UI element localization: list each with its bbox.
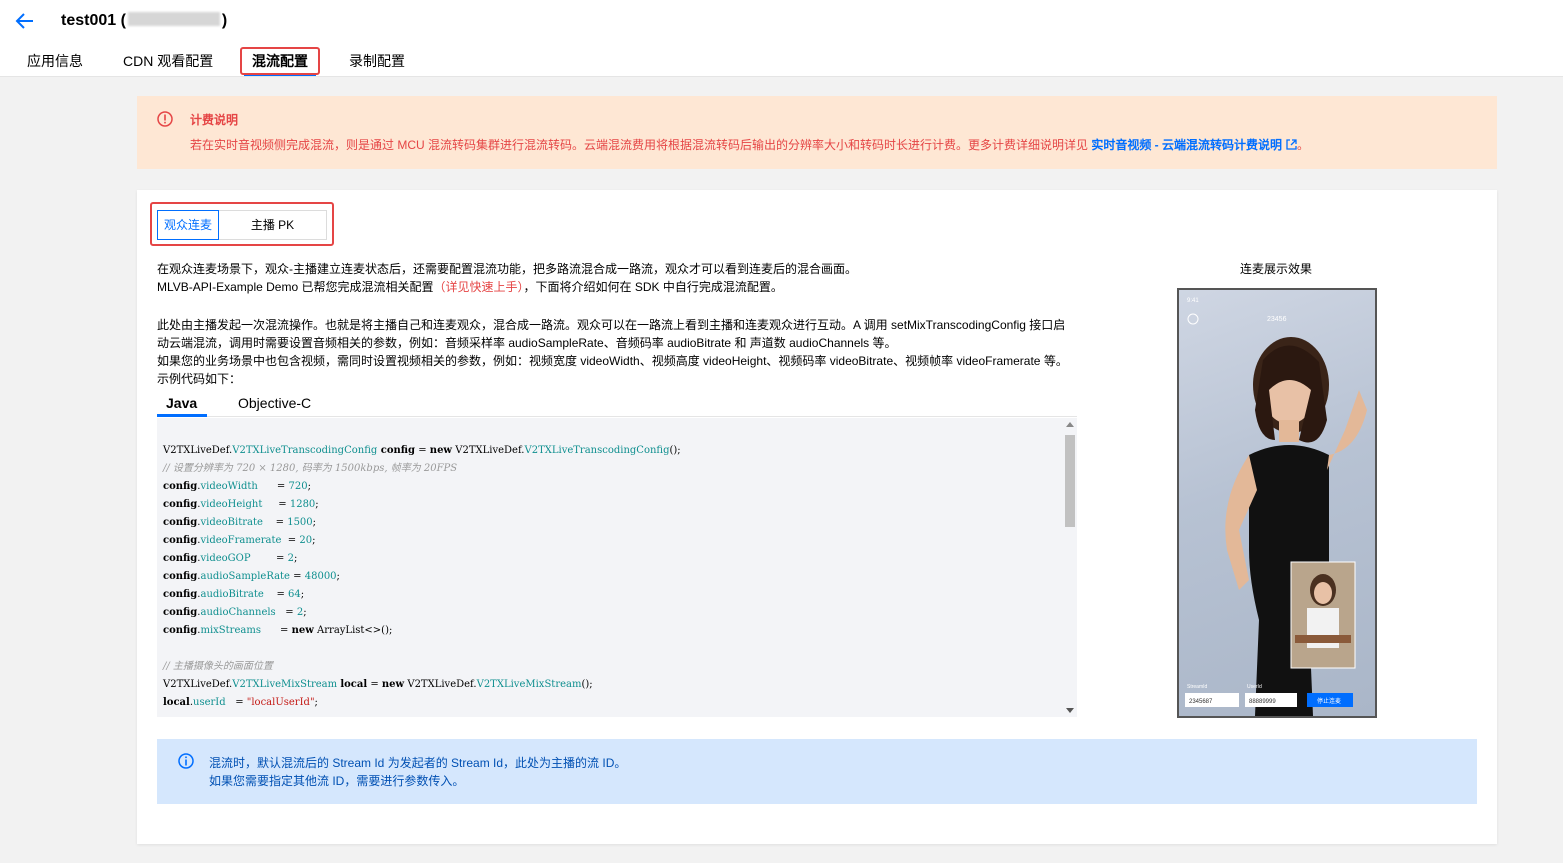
- active-tab-underline: [244, 74, 316, 76]
- intro-line-6: 示例代码如下：: [157, 372, 242, 386]
- tab-record-config[interactable]: 录制配置: [349, 51, 405, 71]
- notice-title: 计费说明: [190, 113, 239, 127]
- svg-text:停止连麦: 停止连麦: [1317, 697, 1341, 705]
- masked-app-id: [127, 12, 220, 26]
- scroll-down-arrow-icon[interactable]: [1066, 708, 1074, 713]
- tab-app-info[interactable]: 应用信息: [27, 51, 83, 71]
- code-content: V2TXLiveDef.V2TXLiveTranscodingConfig co…: [163, 445, 681, 708]
- code-scrollbar[interactable]: [1063, 418, 1077, 717]
- warning-icon: [157, 111, 173, 127]
- code-field-line: config.audioChannels = 2;: [163, 607, 307, 618]
- info-text: 混流时，默认混流后的 Stream Id 为发起者的 Stream Id，此处为…: [209, 756, 627, 788]
- code-field-line: config.videoWidth = 720;: [163, 481, 311, 492]
- back-arrow-icon[interactable]: [14, 10, 36, 32]
- intro-line-2: MLVB-API-Example Demo 已帮您完成混流相关配置（详见快速上手…: [157, 280, 783, 294]
- intro-line-5: 如果您的业务场景中也包含视频，需同时设置视频相关的参数，例如：视频宽度 vide…: [157, 354, 1068, 368]
- code-block[interactable]: V2TXLiveDef.V2TXLiveTranscodingConfig co…: [157, 418, 1077, 717]
- top-bar: test001 () 应用信息 CDN 观看配置 混流配置 录制配置: [0, 0, 1563, 77]
- svg-text:23456: 23456: [1267, 316, 1287, 323]
- billing-doc-link[interactable]: 实时音视频 - 云端混流转码计费说明: [1091, 138, 1282, 152]
- svg-text:88889999: 88889999: [1249, 699, 1276, 705]
- code-field-line: config.audioBitrate = 64;: [163, 589, 305, 600]
- info-icon: [178, 753, 194, 769]
- demo-screenshot-image: 9:41 23456 StreamId UserId 2345687 88889…: [1185, 298, 1367, 716]
- code-field-line: config.audioSampleRate = 48000;: [163, 571, 340, 582]
- svg-text:StreamId: StreamId: [1187, 684, 1208, 690]
- external-link-icon[interactable]: [1286, 139, 1297, 150]
- code-mixstreams-line: config.mixStreams = new ArrayList<>();: [163, 625, 393, 636]
- info-tip: 混流时，默认混流后的 Stream Id 为发起者的 Stream Id，此处为…: [157, 739, 1477, 804]
- code-tab-java[interactable]: Java: [166, 394, 197, 412]
- phone-preview: 9:41 23456 StreamId UserId 2345687 88889…: [1177, 288, 1377, 718]
- tab-cdn-config[interactable]: CDN 观看配置: [123, 51, 213, 71]
- code-tabs-divider: [157, 416, 1077, 417]
- billing-notice: 计费说明 若在实时音视频侧完成混流，则是通过 MCU 混流转码集群进行混流转码。…: [137, 96, 1497, 169]
- intro-line-1: 在观众连麦场景下，观众-主播建立连麦状态后，还需要配置混流功能，把多路流混合成一…: [157, 262, 858, 276]
- tab-audience-mic[interactable]: 观众连麦: [157, 210, 219, 240]
- code-field-line: config.videoHeight = 1280;: [163, 499, 319, 510]
- code-field-line: config.videoGOP = 2;: [163, 553, 298, 564]
- tab-mix-config[interactable]: 混流配置: [252, 51, 308, 71]
- svg-text:UserId: UserId: [1247, 684, 1262, 690]
- tab-anchor-pk[interactable]: 主播 PK: [218, 210, 327, 240]
- code-tab-objc[interactable]: Objective-C: [238, 394, 311, 412]
- demo-title: 连麦展示效果: [1240, 262, 1313, 276]
- intro-line-4: 动云端混流，调用时需要设置音频相关的参数，例如：音频采样率 audioSampl…: [157, 336, 897, 350]
- quick-start-link[interactable]: （详见快速上手）: [434, 280, 524, 294]
- notice-text: 若在实时音视频侧完成混流，则是通过 MCU 混流转码集群进行混流转码。云端混流费…: [190, 138, 1310, 152]
- code-tab-underline: [157, 414, 207, 417]
- code-field-line: config.videoFramerate = 20;: [163, 535, 316, 546]
- app-title: test001 (): [61, 12, 228, 29]
- svg-text:9:41: 9:41: [1187, 298, 1199, 304]
- svg-text:2345687: 2345687: [1189, 699, 1213, 705]
- scroll-thumb[interactable]: [1065, 435, 1075, 527]
- scroll-up-arrow-icon[interactable]: [1066, 422, 1074, 427]
- intro-line-3: 此处由主播发起一次混流操作。也就是将主播自己和连麦观众，混合成一路流。观众可以在…: [157, 318, 1066, 332]
- code-field-line: config.videoBitrate = 1500;: [163, 517, 317, 528]
